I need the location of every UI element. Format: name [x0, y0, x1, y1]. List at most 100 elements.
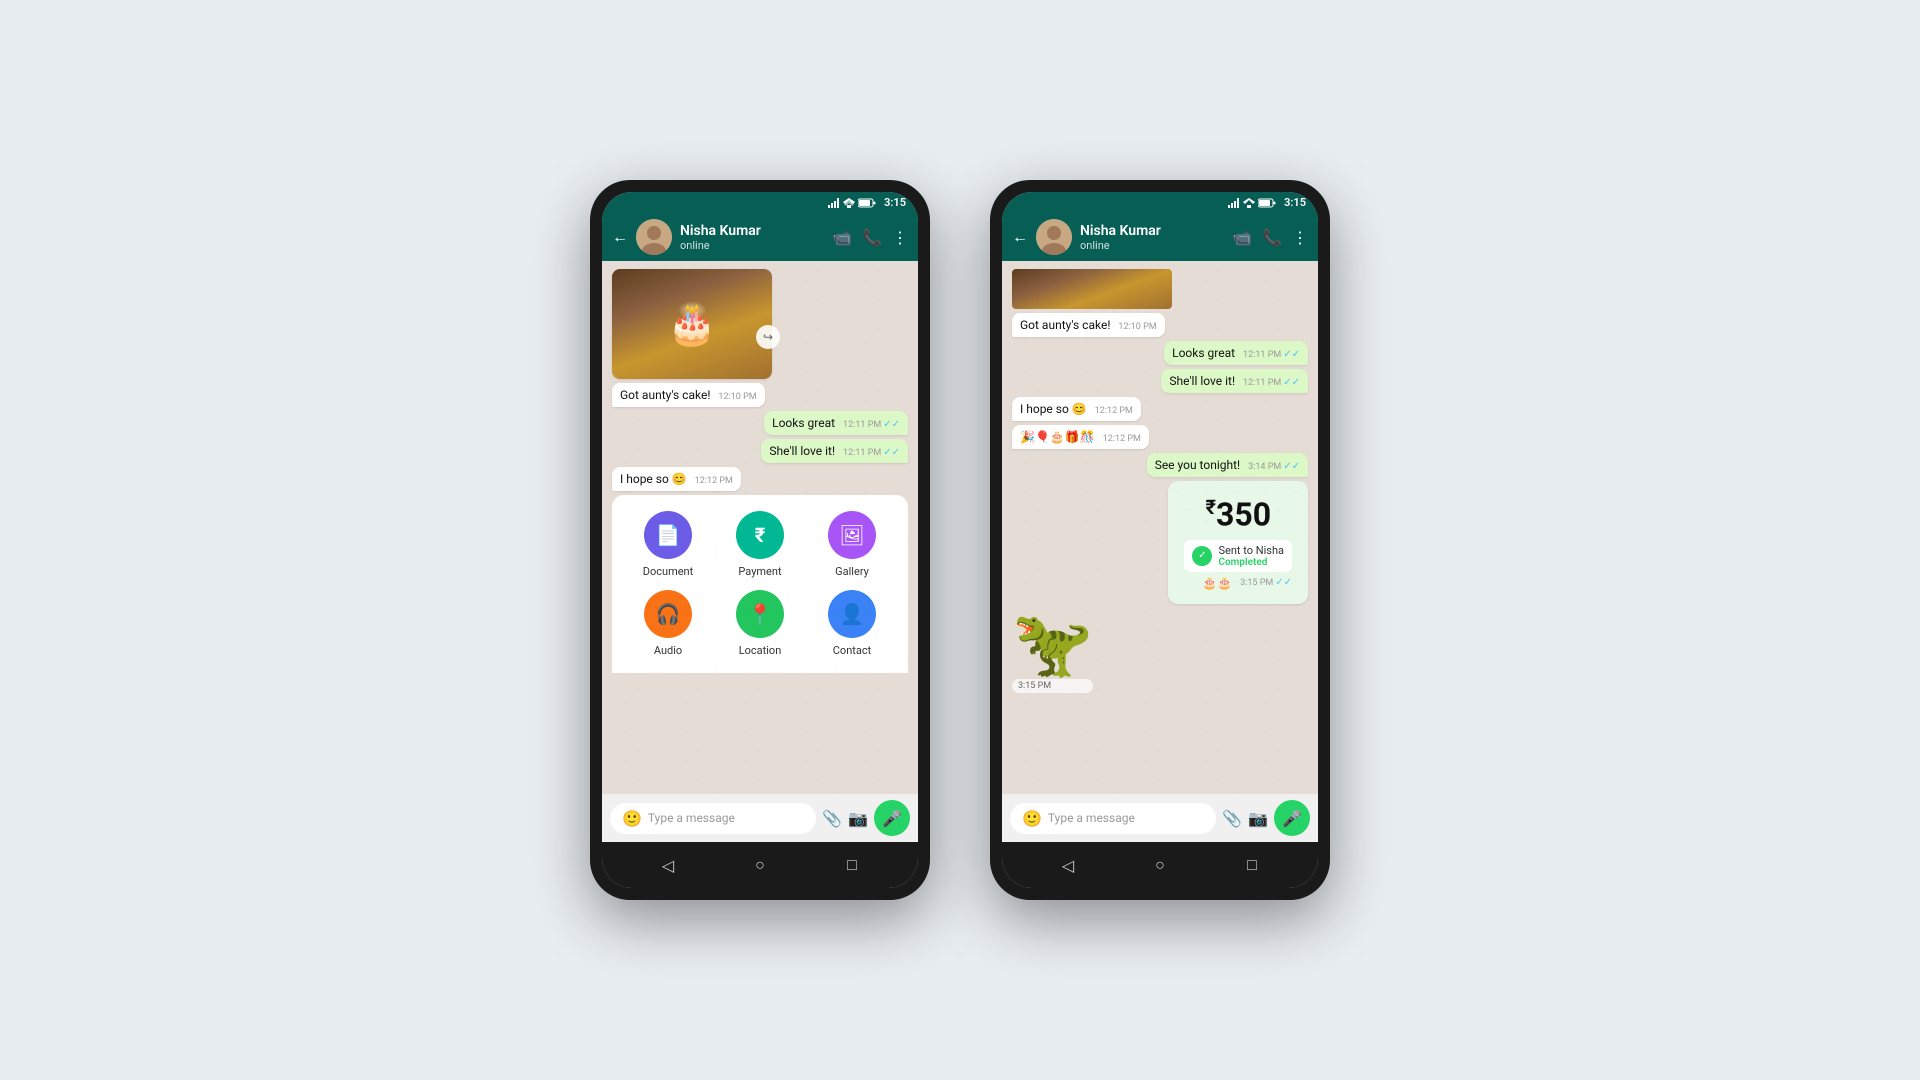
- attach-audio-label: Audio: [654, 644, 682, 657]
- more-options-icon[interactable]: ⋮: [892, 228, 908, 247]
- recents-nav-right[interactable]: □: [1237, 850, 1267, 880]
- phone-call-icon-right[interactable]: 📞: [1262, 228, 1282, 247]
- payment-amount: ₹350: [1184, 495, 1292, 534]
- contact-name-right: Nisha Kumar: [1080, 223, 1224, 239]
- msg-text: Got aunty's cake!: [620, 388, 710, 402]
- check-marks: ✓✓: [883, 419, 900, 430]
- chat-header-left: ← Nisha Kumar online 📹 📞 ⋮: [602, 213, 918, 261]
- video-call-icon[interactable]: 📹: [832, 228, 852, 247]
- video-call-icon-right[interactable]: 📹: [1232, 228, 1252, 247]
- payment-icon: ₹: [736, 511, 784, 559]
- home-nav-right[interactable]: ○: [1145, 850, 1175, 880]
- image-message: ↪: [612, 269, 772, 379]
- msg-text: She'll love it!: [1169, 374, 1235, 388]
- attach-payment[interactable]: ₹ Payment: [720, 511, 800, 578]
- attach-document-label: Document: [643, 565, 693, 578]
- chat-area-left: ↪ Got aunty's cake! 12:10 PM Looks great…: [602, 261, 918, 794]
- attachment-icon-left[interactable]: 📎: [822, 809, 842, 828]
- input-placeholder-right: Type a message: [1048, 811, 1135, 825]
- msg-see-tonight: See you tonight! 3:14 PM ✓✓: [1147, 453, 1308, 477]
- document-icon: 📄: [644, 511, 692, 559]
- message-input-right[interactable]: 🙂 Type a message: [1010, 803, 1216, 834]
- attachment-picker: 📄 Document ₹ Payment 🖼 Gallery: [612, 495, 908, 673]
- msg-love-it-r: She'll love it! 12:11 PM ✓✓: [1161, 369, 1308, 393]
- nav-bar-left: ◁ ○ □: [602, 842, 918, 888]
- status-bar-right: 3:15: [1002, 192, 1318, 213]
- attach-audio[interactable]: 🎧 Audio: [628, 590, 708, 657]
- mic-button-left[interactable]: 🎤: [874, 800, 910, 836]
- phone-left: 3:15 ← Nisha Kumar online 📹 📞 ⋮: [590, 180, 930, 900]
- message-input-left[interactable]: 🙂 Type a message: [610, 803, 816, 834]
- attach-gallery-label: Gallery: [835, 565, 869, 578]
- attach-location[interactable]: 📍 Location: [720, 590, 800, 657]
- msg-time: 12:12 PM: [1103, 434, 1141, 444]
- emoji-icon-right[interactable]: 🙂: [1022, 809, 1042, 828]
- back-nav-left[interactable]: ◁: [653, 850, 683, 880]
- more-options-icon-right[interactable]: ⋮: [1292, 228, 1308, 247]
- attachment-icon-right[interactable]: 📎: [1222, 809, 1242, 828]
- contact-icon: 👤: [828, 590, 876, 638]
- payment-sent-info: ✓ Sent to Nisha Completed: [1184, 540, 1292, 572]
- msg-hope-so: I hope so 😊 12:12 PM: [612, 467, 741, 491]
- contact-status-right: online: [1080, 239, 1224, 252]
- mic-button-right[interactable]: 🎤: [1274, 800, 1310, 836]
- contact-name-left: Nisha Kumar: [680, 223, 824, 239]
- back-nav-right[interactable]: ◁: [1053, 850, 1083, 880]
- status-bar-left: 3:15: [602, 192, 918, 213]
- attach-gallery[interactable]: 🖼 Gallery: [812, 511, 892, 578]
- cake-image: [612, 269, 772, 379]
- msg-hope-so-r: I hope so 😊 12:12 PM: [1012, 397, 1141, 421]
- input-bar-left: 🙂 Type a message 📎 📷 🎤: [602, 794, 918, 842]
- home-nav-left[interactable]: ○: [745, 850, 775, 880]
- signal-icons: [828, 198, 876, 208]
- msg-got-cake-r: Got aunty's cake! 12:10 PM: [1012, 313, 1165, 337]
- msg-time: 12:11 PM: [843, 420, 881, 430]
- msg-time: 12:11 PM: [1243, 378, 1281, 388]
- phone-call-icon[interactable]: 📞: [862, 228, 882, 247]
- attach-payment-label: Payment: [738, 565, 781, 578]
- avatar-right[interactable]: [1036, 219, 1072, 255]
- camera-icon-right[interactable]: 📷: [1248, 809, 1268, 828]
- attach-location-label: Location: [739, 644, 782, 657]
- forward-button[interactable]: ↪: [756, 325, 780, 349]
- attach-contact[interactable]: 👤 Contact: [812, 590, 892, 657]
- msg-text: Looks great: [1172, 346, 1235, 360]
- msg-time: 12:12 PM: [695, 476, 733, 486]
- msg-time: 12:11 PM: [843, 448, 881, 458]
- msg-text: She'll love it!: [769, 444, 835, 458]
- emoji-icon-left[interactable]: 🙂: [622, 809, 642, 828]
- phone-right: 3:15 ← Nisha Kumar online 📹 📞 ⋮: [990, 180, 1330, 900]
- back-button-right[interactable]: ←: [1012, 227, 1028, 247]
- location-icon: 📍: [736, 590, 784, 638]
- msg-text: I hope so 😊: [620, 472, 687, 486]
- msg-emojis-r: 🎉🎈🎂🎁🎊 12:12 PM: [1012, 425, 1149, 449]
- partial-cake-image: [1012, 269, 1172, 309]
- msg-love-it: She'll love it! 12:11 PM ✓✓: [761, 439, 908, 463]
- recents-nav-left[interactable]: □: [837, 850, 867, 880]
- msg-time: 3:14 PM: [1248, 462, 1281, 472]
- msg-text: Got aunty's cake!: [1020, 318, 1110, 332]
- payment-sent-to: Sent to Nisha: [1218, 544, 1284, 557]
- contact-info-left: Nisha Kumar online: [680, 223, 824, 252]
- partial-image: [1012, 269, 1172, 309]
- back-button-left[interactable]: ←: [612, 227, 628, 247]
- msg-got-cake: Got aunty's cake! 12:10 PM: [612, 383, 765, 407]
- attach-document[interactable]: 📄 Document: [628, 511, 708, 578]
- msg-text: See you tonight!: [1155, 458, 1240, 472]
- avatar-left[interactable]: [636, 219, 672, 255]
- check-marks: ✓✓: [1283, 349, 1300, 360]
- camera-icon-left[interactable]: 📷: [848, 809, 868, 828]
- check-marks: ✓✓: [1283, 461, 1300, 472]
- msg-text: Looks great: [772, 416, 835, 430]
- gallery-icon: 🖼: [828, 511, 876, 559]
- header-icons-right: 📹 📞 ⋮: [1232, 228, 1308, 247]
- msg-time: 12:10 PM: [1118, 322, 1156, 332]
- check-marks: ✓✓: [883, 447, 900, 458]
- nav-bar-right: ◁ ○ □: [1002, 842, 1318, 888]
- audio-icon: 🎧: [644, 590, 692, 638]
- chat-area-right: Got aunty's cake! 12:10 PM Looks great 1…: [1002, 261, 1318, 794]
- msg-looks-great: Looks great 12:11 PM ✓✓: [764, 411, 908, 435]
- status-time-left: 3:15: [884, 196, 906, 209]
- input-placeholder-left: Type a message: [648, 811, 735, 825]
- contact-info-right: Nisha Kumar online: [1080, 223, 1224, 252]
